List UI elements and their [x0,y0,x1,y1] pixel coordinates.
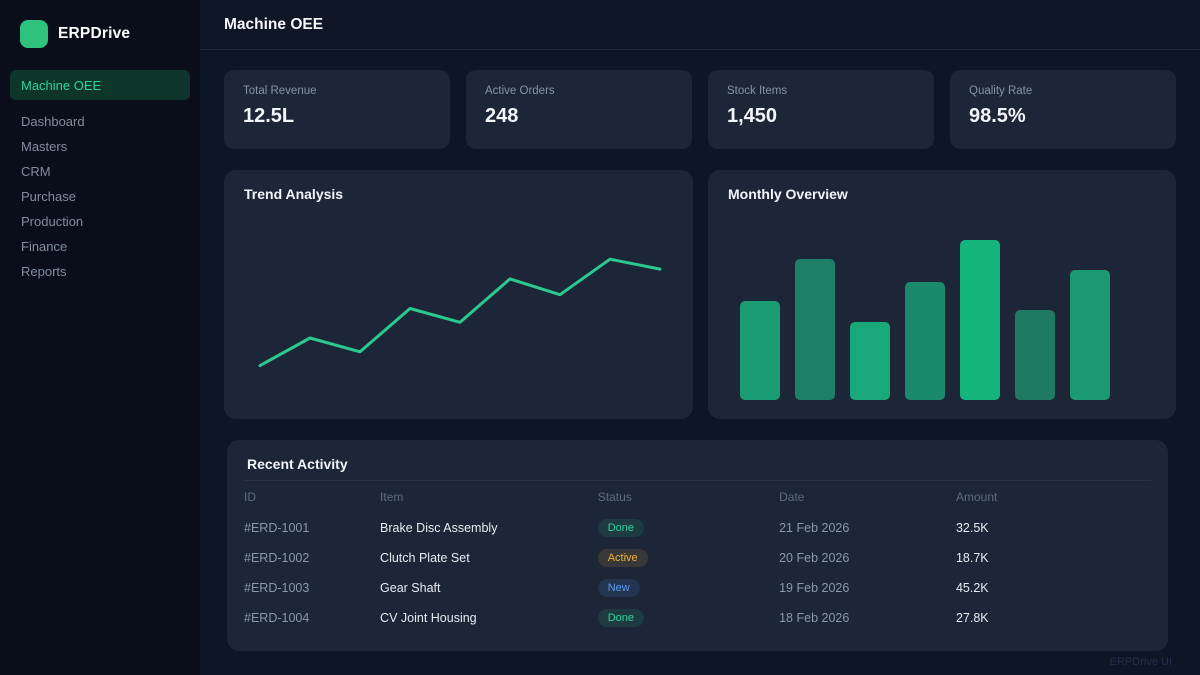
cell-amount: 45.2K [956,581,1151,595]
sidebar-nav: DashboardMastersCRMPurchaseProductionFin… [0,109,200,284]
brand-name: ERPDrive [58,25,130,43]
sidebar-item-crm[interactable]: CRM [0,159,200,184]
sidebar-item-machine-oee[interactable]: Machine OEE [10,70,190,100]
cell-id: #ERD-1003 [244,581,380,595]
cell-amount: 27.8K [956,611,1151,625]
stat-value: 98.5% [969,105,1157,128]
cell-date: 20 Feb 2026 [779,551,956,565]
header: Machine OEE [200,0,1200,50]
cell-item: Gear Shaft [380,581,598,595]
bar-7 [1070,270,1110,400]
trend-line-chart [224,170,693,419]
table-header-row: IDItemStatusDateAmount [244,481,1151,513]
recent-activity-title: Recent Activity [244,456,1151,472]
bar-3 [850,322,890,400]
stat-label: Total Revenue [243,85,431,97]
table-row[interactable]: #ERD-1003Gear ShaftNew 19 Feb 202645.2K [244,573,1151,603]
erpdrive-logo-icon [20,20,48,48]
stat-label: Active Orders [485,85,673,97]
column-header-amount: Amount [956,490,1151,504]
bar-6 [1015,310,1055,400]
monthly-overview-bars [740,240,1110,400]
stats-row: Total Revenue 12.5L Active Orders 248 Stock … [224,70,1176,149]
sidebar-item-finance[interactable]: Finance [0,234,200,259]
monthly-overview-card: Monthly Overview [708,170,1176,419]
brand[interactable]: ERPDrive [0,0,200,48]
cell-id: #ERD-1002 [244,551,380,565]
column-header-id: ID [244,490,380,504]
status-badge: New [598,579,640,597]
bar-2 [795,259,835,400]
cell-status: New [598,579,779,597]
sidebar-item-purchase[interactable]: Purchase [0,184,200,209]
table-row[interactable]: #ERD-1004CV Joint HousingDone 18 Feb 2026… [244,603,1151,633]
stat-value: 248 [485,105,673,128]
column-header-status: Status [598,490,779,504]
sidebar-item-masters[interactable]: Masters [0,134,200,159]
monthly-overview-title: Monthly Overview [728,186,848,202]
cell-date: 21 Feb 2026 [779,521,956,535]
cell-amount: 18.7K [956,551,1151,565]
cell-date: 19 Feb 2026 [779,581,956,595]
stat-card-stock-items: Stock Items 1,450 [708,70,934,149]
table-row[interactable]: #ERD-1001Brake Disc AssemblyDone 21 Feb 2… [244,513,1151,543]
status-badge: Done [598,519,644,537]
status-badge: Active [598,549,648,567]
column-header-date: Date [779,490,956,504]
trend-line [260,259,660,365]
sidebar-item-label: Machine OEE [21,78,101,93]
recent-activity-card: Recent Activity IDItemStatusDateAmount #… [227,440,1168,651]
stat-card-active-orders: Active Orders 248 [466,70,692,149]
column-header-item: Item [380,490,598,504]
cell-status: Active [598,549,779,567]
watermark: ERPDrive UI [1110,656,1172,668]
sidebar: ERPDrive Machine OEE DashboardMastersCRM… [0,0,200,675]
sidebar-item-production[interactable]: Production [0,209,200,234]
cell-date: 18 Feb 2026 [779,611,956,625]
cell-status: Done [598,609,779,627]
bar-5 [960,240,1000,400]
stat-label: Quality Rate [969,85,1157,97]
page-title: Machine OEE [224,16,323,34]
bar-4 [905,282,945,400]
charts-row: Trend Analysis Monthly Overview [224,170,1176,419]
sidebar-item-reports[interactable]: Reports [0,259,200,284]
stat-value: 1,450 [727,105,915,128]
trend-analysis-card: Trend Analysis [224,170,693,419]
sidebar-item-dashboard[interactable]: Dashboard [0,109,200,134]
stat-card-quality-rate: Quality Rate 98.5% [950,70,1176,149]
status-badge: Done [598,609,644,627]
table-row[interactable]: #ERD-1002Clutch Plate SetActive 20 Feb 20… [244,543,1151,573]
cell-item: CV Joint Housing [380,611,598,625]
stat-value: 12.5L [243,105,431,128]
cell-item: Brake Disc Assembly [380,521,598,535]
table-body: #ERD-1001Brake Disc AssemblyDone21 Feb 2… [244,513,1151,633]
cell-item: Clutch Plate Set [380,551,598,565]
cell-amount: 32.5K [956,521,1151,535]
cell-id: #ERD-1004 [244,611,380,625]
cell-status: Done [598,519,779,537]
stat-card-total-revenue: Total Revenue 12.5L [224,70,450,149]
stat-label: Stock Items [727,85,915,97]
cell-id: #ERD-1001 [244,521,380,535]
main-content: Total Revenue 12.5L Active Orders 248 Stock … [200,50,1200,675]
bar-1 [740,301,780,400]
